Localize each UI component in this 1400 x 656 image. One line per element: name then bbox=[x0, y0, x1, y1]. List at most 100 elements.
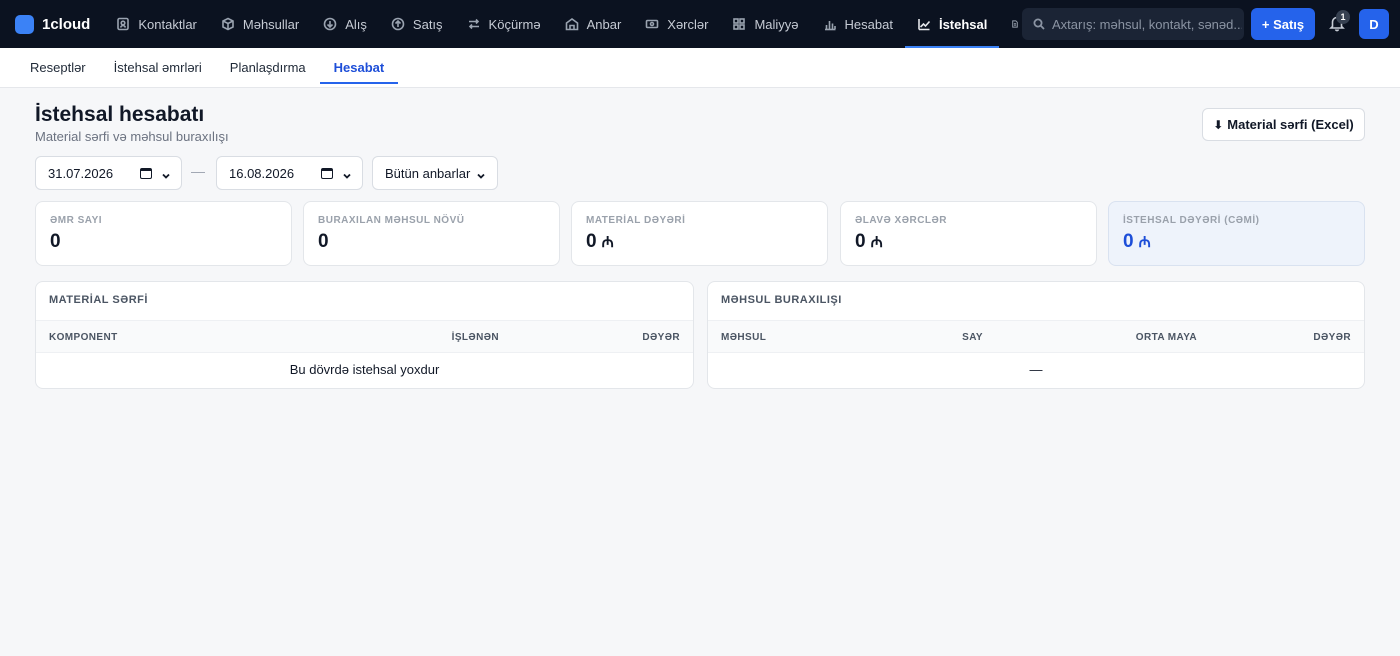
nav-item-alis[interactable]: Alış bbox=[311, 0, 379, 48]
kpi-material-cost: MATERİAL DƏYƏRİ 0 ₼ bbox=[571, 201, 828, 266]
empty-state: — bbox=[1029, 362, 1043, 377]
date-to-value: 16.08.2026 bbox=[229, 165, 295, 181]
warehouse-value: Bütün anbarlar bbox=[385, 165, 471, 181]
kpi-value: 0 bbox=[1123, 231, 1134, 252]
kpi-value: 0 bbox=[50, 231, 61, 252]
empty-state: Bu dövrdə istehsal yoxdur bbox=[289, 362, 440, 377]
nav-item-label: Satış bbox=[412, 16, 443, 32]
nav-item-kocurme[interactable]: Köçürmə bbox=[455, 0, 553, 48]
kpi-product-types: BURAXILAN MƏHSUL NÖVÜ 0 bbox=[303, 201, 560, 266]
tab-planlasdirma[interactable]: Planlaşdırma bbox=[216, 48, 320, 88]
brand[interactable]: 1cloud bbox=[15, 14, 91, 34]
nav-item-label: Maliyyə bbox=[754, 16, 799, 32]
table-header: KOMPONENT İŞLƏNƏN DƏYƏR bbox=[36, 320, 693, 353]
nav-item-label: Anbar bbox=[586, 16, 622, 32]
nav-item-label: Alış bbox=[345, 16, 367, 32]
date-from-value: 31.07.2026 bbox=[48, 165, 114, 181]
kpi-value-row: 0 ₼ bbox=[1123, 231, 1350, 253]
export-excel-button[interactable]: ⬇ Material sərfi (Excel) bbox=[1202, 108, 1365, 141]
nav-item-label: Köçürmə bbox=[488, 16, 541, 32]
kpi-value-row: 0 bbox=[318, 231, 545, 253]
nav-item-label: Xərclər bbox=[667, 16, 709, 32]
tab-hesabat[interactable]: Hesabat bbox=[319, 48, 399, 88]
tab-istehsal-emrleri[interactable]: İstehsal əmrləri bbox=[100, 48, 216, 88]
document-icon bbox=[1012, 20, 1019, 28]
nav-item-label: Hesabat bbox=[844, 16, 893, 32]
column-header[interactable]: MƏHSUL bbox=[721, 332, 766, 343]
column-header[interactable]: İŞLƏNƏN bbox=[452, 332, 499, 343]
circle-down-icon bbox=[323, 17, 337, 31]
column-header[interactable]: ORTA MAYA bbox=[1136, 332, 1197, 343]
nav-item-xercler[interactable]: Xərclər bbox=[633, 0, 720, 48]
kpi-label: ƏMR SAYI bbox=[50, 215, 103, 226]
cash-icon bbox=[645, 19, 659, 29]
download-icon: ⬇ bbox=[1213, 117, 1224, 132]
brand-name: 1cloud bbox=[42, 15, 91, 33]
export-label: Material sərfi (Excel) bbox=[1227, 117, 1354, 132]
new-sale-button[interactable]: + Satış bbox=[1251, 8, 1315, 40]
production-chart-icon bbox=[918, 19, 931, 31]
nav-item-label: Kontaktlar bbox=[138, 16, 197, 32]
kpi-label: BURAXILAN MƏHSUL NÖVÜ bbox=[318, 215, 465, 226]
circle-up-icon bbox=[391, 17, 405, 31]
table-header: MƏHSUL SAY ORTA MAYA DƏYƏR bbox=[708, 320, 1364, 353]
main-nav: Kontaktlar Məhsullar Alış Satış Köçürmə … bbox=[104, 0, 1027, 48]
grid-icon bbox=[733, 18, 746, 30]
date-from-picker[interactable]: 31.07.2026 bbox=[35, 156, 182, 190]
manat-icon: ₼ bbox=[601, 234, 614, 251]
nav-item-satis[interactable]: Satış bbox=[379, 0, 455, 48]
calendar-icon bbox=[321, 168, 333, 179]
nav-item-mehsullar[interactable]: Məhsullar bbox=[209, 0, 311, 48]
search-input[interactable] bbox=[1052, 16, 1242, 32]
kpi-production-total: İSTEHSAL DƏYƏRİ (CƏMİ) 0 ₼ bbox=[1108, 201, 1365, 266]
column-header[interactable]: DƏYƏR bbox=[642, 332, 680, 343]
column-header[interactable]: SAY bbox=[962, 332, 983, 343]
product-output-panel: MƏHSUL BURAXILIŞI MƏHSUL SAY ORTA MAYA D… bbox=[707, 281, 1365, 389]
manat-icon: ₼ bbox=[870, 234, 883, 251]
user-avatar[interactable]: D bbox=[1359, 9, 1389, 39]
nav-item-istehsal[interactable]: İstehsal bbox=[904, 0, 1000, 48]
brand-logo-icon bbox=[15, 14, 34, 34]
nav-item-maliyye[interactable]: Maliyyə bbox=[720, 0, 810, 48]
panel-title: MƏHSUL BURAXILIŞI bbox=[721, 294, 842, 306]
manat-icon: ₼ bbox=[1138, 234, 1151, 251]
column-header[interactable]: DƏYƏR bbox=[1313, 332, 1351, 343]
kpi-value: 0 bbox=[855, 231, 866, 252]
warehouse-select[interactable]: Bütün anbarlar bbox=[372, 156, 498, 190]
date-to-picker[interactable]: 16.08.2026 bbox=[216, 156, 363, 190]
nav-item-anbar[interactable]: Anbar bbox=[553, 0, 634, 48]
global-search[interactable] bbox=[1022, 8, 1244, 40]
transfer-icon bbox=[468, 18, 479, 30]
page-subtitle: Material sərfi və məhsul buraxılışı bbox=[35, 129, 229, 144]
bar-chart-icon bbox=[824, 21, 836, 31]
date-range-separator: — bbox=[191, 163, 205, 179]
kpi-label: İSTEHSAL DƏYƏRİ (CƏMİ) bbox=[1123, 215, 1260, 226]
kpi-label: MATERİAL DƏYƏRİ bbox=[586, 215, 686, 226]
kpi-label: ƏLAVƏ XƏRCLƏR bbox=[855, 215, 948, 226]
nav-item-hesabat[interactable]: Hesabat bbox=[811, 0, 905, 48]
search-icon bbox=[1033, 18, 1045, 30]
kpi-value-row: 0 bbox=[50, 231, 277, 253]
kpi-value-row: 0 ₼ bbox=[855, 231, 1082, 253]
kpi-value-row: 0 ₼ bbox=[586, 231, 813, 253]
calendar-icon bbox=[140, 168, 152, 179]
page-title: İstehsal hesabatı bbox=[35, 103, 205, 126]
nav-item-label: İstehsal bbox=[938, 16, 988, 32]
box-icon bbox=[222, 17, 234, 31]
kpi-order-count: ƏMR SAYI 0 bbox=[35, 201, 292, 266]
chevron-down-icon bbox=[342, 169, 352, 179]
tab-reseptler[interactable]: Reseptlər bbox=[16, 48, 100, 88]
kpi-value: 0 bbox=[586, 231, 597, 252]
sub-nav: Reseptlər İstehsal əmrləri Planlaşdırma … bbox=[0, 48, 1400, 88]
chevron-down-icon bbox=[476, 169, 486, 179]
nav-item-kontaktlar[interactable]: Kontaktlar bbox=[104, 0, 209, 48]
column-header[interactable]: KOMPONENT bbox=[49, 332, 118, 343]
kpi-value: 0 bbox=[318, 231, 329, 252]
kpi-extra-costs: ƏLAVƏ XƏRCLƏR 0 ₼ bbox=[840, 201, 1097, 266]
panel-title: MATERİAL SƏRFİ bbox=[49, 294, 148, 306]
chevron-down-icon bbox=[161, 169, 171, 179]
contacts-icon bbox=[117, 17, 130, 31]
material-consumption-panel: MATERİAL SƏRFİ KOMPONENT İŞLƏNƏN DƏYƏR B… bbox=[35, 281, 694, 389]
nav-item-label: Məhsullar bbox=[242, 16, 300, 32]
notification-badge: 1 bbox=[1336, 10, 1350, 24]
